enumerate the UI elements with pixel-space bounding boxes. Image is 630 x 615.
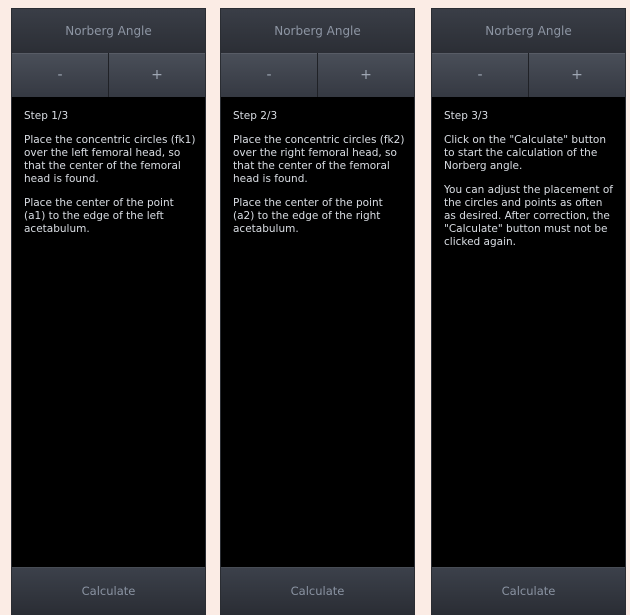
calculate-button[interactable]: Calculate [12,567,205,615]
instruction-paragraph: Place the concentric circles (fk2) over … [233,134,405,185]
minus-button[interactable]: - [432,53,528,97]
calculate-button[interactable]: Calculate [432,567,625,615]
instructions: Step 2/3 Place the concentric circles (f… [221,97,414,236]
minus-button[interactable]: - [12,53,108,97]
calculate-button[interactable]: Calculate [221,567,414,615]
instructions: Step 3/3 Click on the "Calculate" button… [432,97,625,249]
zoom-controls: - + [12,53,205,97]
panel-title: Norberg Angle [221,9,414,53]
instruction-paragraph: Place the center of the point (a1) to th… [24,197,174,235]
panel-title: Norberg Angle [432,9,625,53]
plus-button[interactable]: + [108,53,205,97]
minus-button[interactable]: - [221,53,317,97]
plus-button[interactable]: + [317,53,414,97]
plus-button[interactable]: + [528,53,625,97]
instruction-paragraph: Place the concentric circles (fk1) over … [24,134,196,185]
instructions: Step 1/3 Place the concentric circles (f… [12,97,205,236]
norberg-panel-step-1: Norberg Angle - + Step 1/3 Place the con… [12,9,205,615]
norberg-panel-step-3: Norberg Angle - + Step 3/3 Click on the … [432,9,625,615]
norberg-panel-step-2: Norberg Angle - + Step 2/3 Place the con… [221,9,414,615]
zoom-controls: - + [221,53,414,97]
zoom-controls: - + [432,53,625,97]
instruction-paragraph: You can adjust the placement of the circ… [444,184,613,248]
step-label: Step 1/3 [24,110,69,122]
instruction-paragraph: Click on the "Calculate" button to start… [444,134,607,172]
panel-title: Norberg Angle [12,9,205,53]
step-label: Step 2/3 [233,110,278,122]
instruction-paragraph: Place the center of the point (a2) to th… [233,197,383,235]
step-label: Step 3/3 [444,110,489,122]
